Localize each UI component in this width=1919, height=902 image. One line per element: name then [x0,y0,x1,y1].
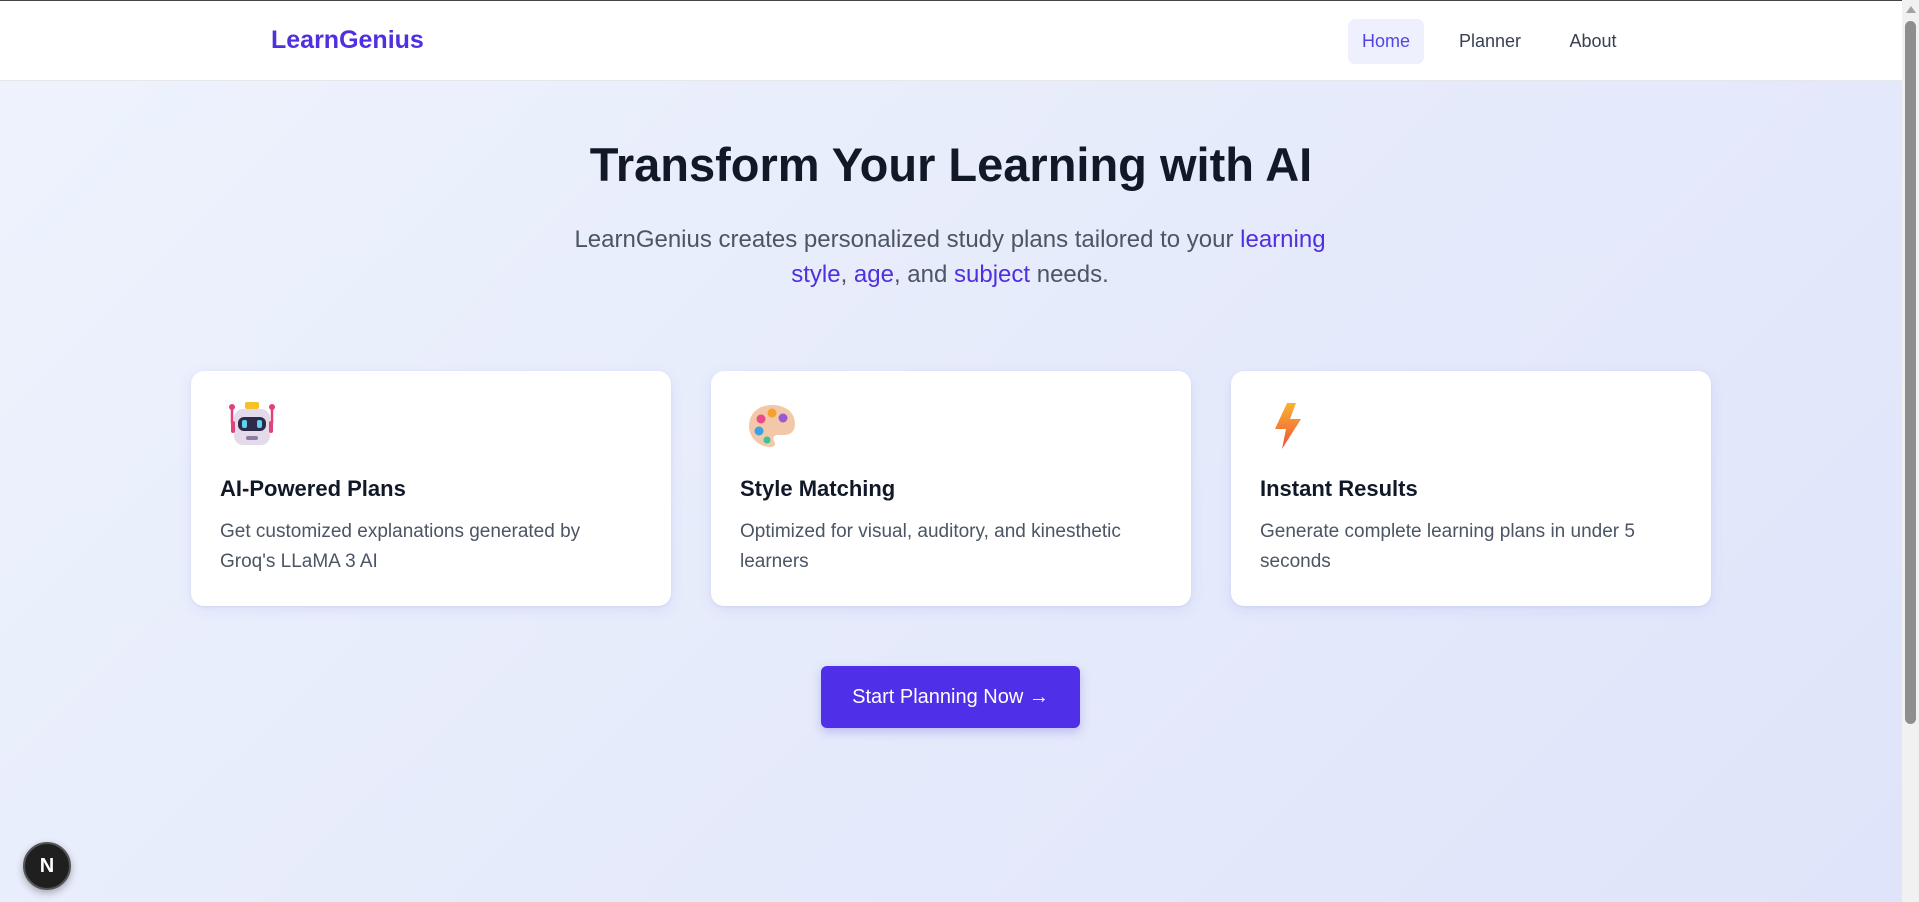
feature-card-ai-powered: AI-Powered Plans Get customized explanat… [191,371,671,606]
feature-title: Instant Results [1260,476,1418,501]
hero-subtitle-sep2: , and [893,261,954,288]
nav-link-home[interactable]: Home [1348,19,1424,64]
scroll-up-arrow-icon[interactable] [1906,6,1916,13]
nav-link-planner[interactable]: Planner [1449,19,1531,64]
hero-title: Transform Your Learning with AI [589,138,1313,191]
hero-subtitle-suffix: needs. [1030,261,1109,288]
devtools-indicator-button[interactable]: N [23,842,71,890]
start-planning-button[interactable]: Start Planning Now → [821,666,1080,728]
hero-subtitle-prefix: LearnGenius creates personalized study p… [574,226,1241,253]
feature-title: Style Matching [740,476,896,501]
brand-logo[interactable]: LearnGenius [271,26,424,55]
hero-subtitle-sep1: , [840,261,854,288]
palette-icon [747,401,797,451]
feature-description: Get customized explanations generated by… [220,521,581,572]
hero-subtitle: LearnGenius creates personalized study p… [550,222,1350,292]
feature-description: Optimized for visual, auditory, and kine… [740,521,1121,572]
lightning-icon [1267,401,1317,451]
feature-card-style-matching: Style Matching Optimized for visual, aud… [711,371,1191,606]
navbar: LearnGenius Home Planner About [0,1,1902,81]
feature-title: AI-Powered Plans [220,476,406,501]
page-scrollbar[interactable] [1902,0,1919,902]
feature-description: Generate complete learning plans in unde… [1260,521,1635,572]
highlight-subject: subject [954,261,1031,288]
highlight-age: age [853,261,894,288]
nav-link-about[interactable]: About [1554,19,1632,64]
robot-icon [227,401,277,451]
scroll-thumb[interactable] [1905,21,1916,724]
feature-card-instant-results: Instant Results Generate complete learni… [1231,371,1711,606]
